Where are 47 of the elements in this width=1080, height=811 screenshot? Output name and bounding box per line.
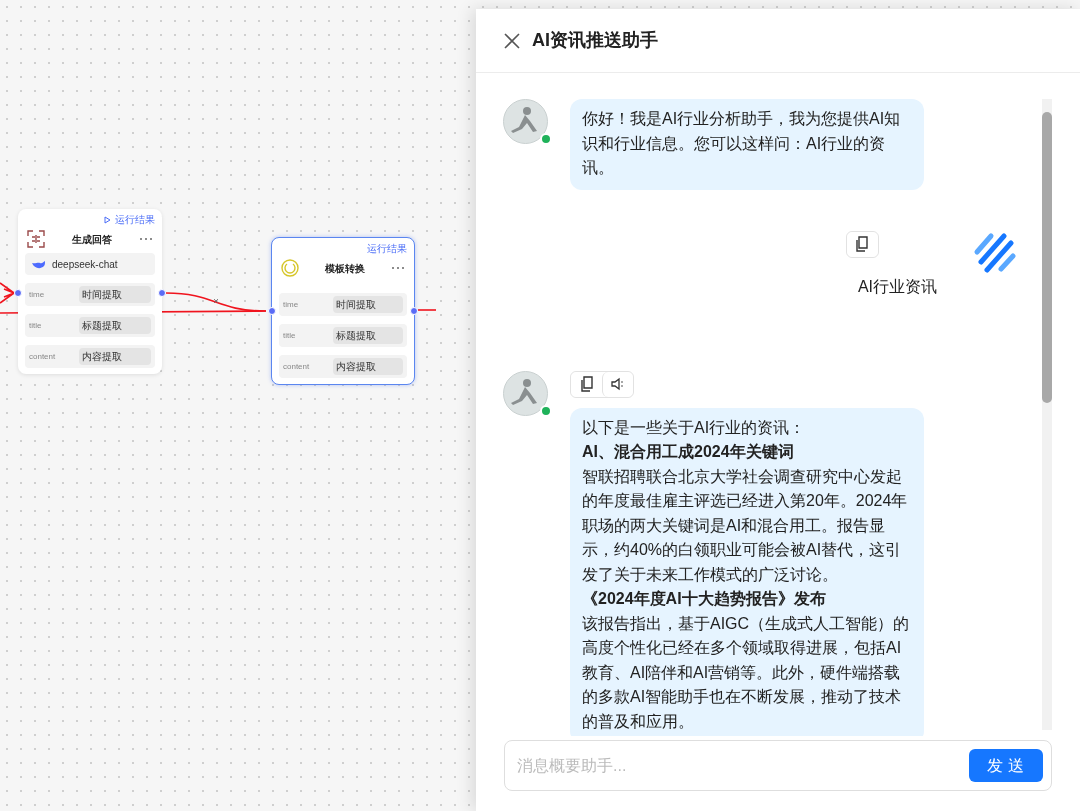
node-title: 模板转换	[324, 261, 366, 276]
message-text: 以下是一些关于AI行业的资讯：	[582, 417, 807, 438]
run-result-link[interactable]: 运行结果	[367, 243, 407, 255]
connection-line	[417, 309, 437, 311]
message-text: 该报告指出，基于AIGC（生成式人工智能）的高度个性化已经在多个领域取得进展，包括AI教育、AI陪伴和AI营销等。此外，硬件端搭载的多款AI智能助手也在不断发展，推动了技术的普及和应用。	[582, 613, 911, 732]
variable-value: 内容提取	[333, 358, 403, 375]
more-icon[interactable]	[391, 266, 405, 270]
run-result-link[interactable]: 运行结果	[115, 214, 155, 226]
model-selector[interactable]: deepseek-chat	[25, 253, 155, 275]
variable-name: title	[29, 319, 43, 332]
variable-name: time	[283, 298, 300, 311]
message-text: 你好！我是AI行业分析助手，我为您提供AI知识和行业信息。您可以这样问：AI行业的资讯。	[582, 109, 902, 178]
avatar	[503, 370, 548, 416]
close-icon[interactable]	[504, 32, 520, 49]
variable-name: content	[283, 360, 311, 373]
connection-handle[interactable]	[410, 307, 418, 315]
message-heading: 《2024年度AI十大趋势报告》发布	[582, 589, 827, 609]
message-text: AI行业资讯	[856, 276, 937, 297]
message-text: 智联招聘联合北京大学社会调查研究中心发起的年度最佳雇主评选已经进入第20年。2024年职场的两大关键词是AI和混合用工。报告显示，约40%的白领职业可能会被AI替代，这引发了关于未来工作模式的广泛讨论。	[582, 466, 909, 585]
connection-line	[0, 282, 15, 304]
variable-name: time	[29, 288, 46, 301]
connection-handle[interactable]	[158, 289, 166, 297]
variable-name: content	[29, 350, 57, 363]
message-input[interactable]: 消息概要助手... 发送	[504, 740, 1052, 791]
node-title: 生成回答	[71, 232, 113, 247]
variable-value: 时间提取	[79, 286, 151, 303]
more-icon[interactable]	[139, 237, 153, 241]
variable-value: 内容提取	[79, 348, 151, 365]
variable-name: title	[283, 329, 297, 342]
variable-value: 标题提取	[333, 327, 403, 344]
message-heading: AI、混合用工成2024年关键词	[582, 442, 795, 462]
scrollbar[interactable]	[1042, 99, 1052, 730]
variable-value: 标题提取	[79, 317, 151, 334]
workflow-node[interactable]: 运行结果 模板转换 time 时间提取 title 标题提取 content 内容提取	[271, 237, 415, 385]
avatar	[503, 99, 548, 144]
panel-title: AI资讯推送助手	[532, 29, 658, 52]
node-type-icon	[27, 230, 45, 248]
speaker-icon	[610, 376, 626, 392]
connection-handle[interactable]	[268, 307, 276, 315]
variable-value: 时间提取	[333, 296, 403, 313]
copy-icon	[579, 376, 594, 392]
delete-icon[interactable]	[213, 298, 219, 304]
node-type-icon	[281, 259, 299, 277]
copy-icon	[855, 236, 870, 252]
play-icon[interactable]	[104, 216, 111, 224]
connection-handle[interactable]	[14, 289, 22, 297]
send-button[interactable]: 发送	[969, 749, 1043, 782]
